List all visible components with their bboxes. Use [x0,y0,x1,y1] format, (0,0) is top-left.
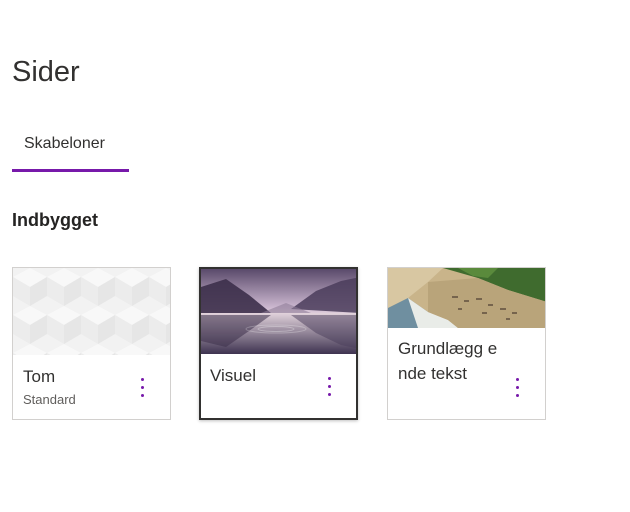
template-card-visuel[interactable]: Visuel [199,267,358,420]
template-title: Visuel [210,366,256,385]
template-card-grundlaeggende-tekst[interactable]: Grundlægg ende tekst [387,267,546,420]
template-title: Grundlægg ende tekst [398,339,498,383]
template-subtitle: Standard [23,392,76,407]
tab-selected-indicator [12,169,129,172]
more-options-button[interactable] [513,376,523,400]
tab-templates[interactable]: Skabeloner [12,130,129,172]
section-heading: Indbygget [12,210,98,230]
more-options-button[interactable] [138,376,148,400]
template-card-tom[interactable]: Tom Standard [12,267,171,420]
thumbnail-image [201,269,356,354]
thumbnail-image [13,268,170,355]
page-title: Sider [12,56,80,88]
tab-label: Skabeloner [24,135,105,152]
template-title: Tom [23,367,56,386]
template-list: Tom Standard Visuel Grundlægg ende tekst [12,267,552,422]
thumbnail-image [388,268,545,328]
more-options-button[interactable] [325,375,335,399]
